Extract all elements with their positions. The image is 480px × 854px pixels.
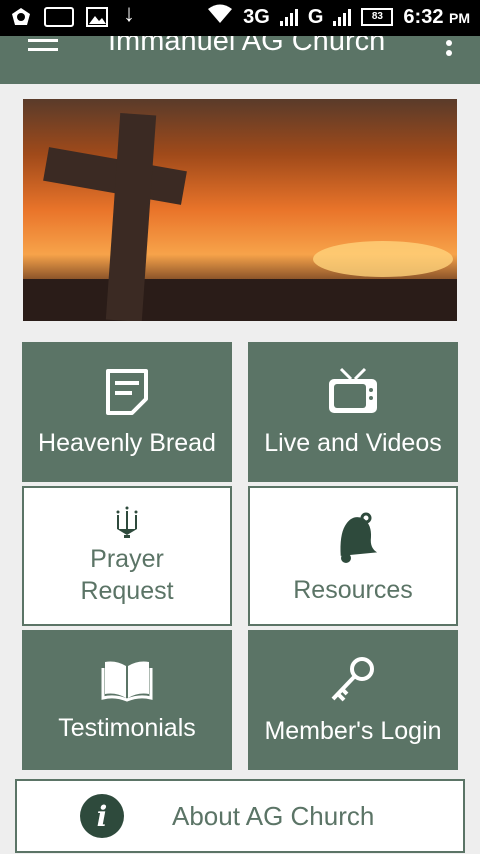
settings-status-icon [10, 6, 32, 28]
tv-icon [329, 367, 377, 413]
network-type-1: 3G [243, 5, 270, 28]
tile-label: Resources [293, 575, 413, 604]
clock-ampm: PM [449, 9, 470, 26]
book-icon [101, 661, 153, 702]
tile-resources[interactable]: Resources [248, 486, 458, 626]
notification-icon [44, 7, 74, 27]
note-icon [106, 368, 148, 415]
tile-label: Live and Videos [264, 428, 442, 457]
tile-label: Prayer Request [80, 545, 174, 605]
wifi-icon [207, 4, 233, 30]
signal-icon-2 [333, 8, 352, 26]
clock-time: 6:32 [403, 5, 444, 28]
tile-label: Member's Login [264, 716, 442, 745]
status-bar: 3G G 83 6:32 PM [0, 0, 480, 36]
tile-live-and-videos[interactable]: Live and Videos [248, 342, 458, 482]
bell-icon [340, 512, 378, 563]
status-right: 3G G 83 6:32 PM [207, 4, 470, 30]
download-icon [120, 0, 142, 28]
about-label: About AG Church [172, 800, 375, 831]
tile-prayer-request[interactable]: Prayer Request [22, 486, 232, 626]
status-left-icons [10, 0, 142, 28]
tile-members-login[interactable]: Member's Login [248, 630, 458, 770]
about-button[interactable]: i About AG Church [15, 779, 465, 853]
tile-label: Heavenly Bread [38, 428, 216, 457]
signal-icon-1 [279, 8, 298, 26]
key-icon [331, 656, 374, 701]
tile-heavenly-bread[interactable]: Heavenly Bread [22, 342, 232, 482]
banner-image [23, 99, 457, 321]
image-icon [86, 6, 108, 28]
info-icon: i [80, 794, 124, 838]
clock: 6:32 PM [403, 6, 470, 29]
candle-icon [116, 506, 138, 538]
battery-icon: 83 [361, 8, 394, 26]
network-type-2: G [307, 5, 324, 28]
tile-testimonials[interactable]: Testimonials [22, 630, 232, 770]
tile-label: Testimonials [58, 713, 196, 742]
